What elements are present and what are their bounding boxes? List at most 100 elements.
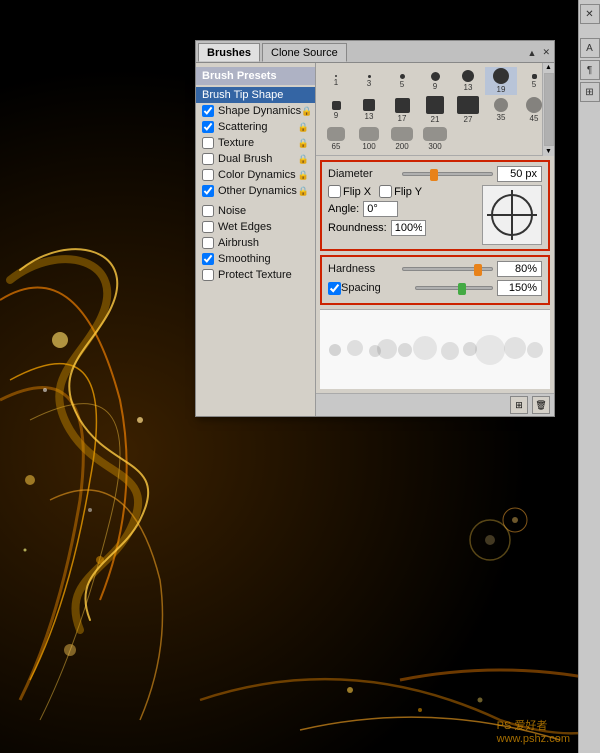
toolbar-text-btn[interactable]: A [580, 38, 600, 58]
roundness-input[interactable] [391, 220, 426, 236]
roundness-label: Roundness: [328, 222, 387, 234]
brush-cell-21[interactable]: 21 [419, 96, 451, 124]
other-dynamics-checkbox[interactable] [202, 185, 214, 197]
diameter-row: Diameter 50 px [328, 166, 542, 182]
toolbar-grid-btn[interactable]: ⊞ [580, 82, 600, 102]
watermark-line1: PS 爱好者 [497, 717, 570, 733]
grid-scroll-up[interactable]: ▲ [544, 63, 553, 72]
brush-cell-300[interactable]: 300 [419, 125, 451, 153]
sidebar-item-brush-tip-shape[interactable]: Brush Tip Shape [196, 87, 315, 103]
angle-label: Angle: [328, 203, 359, 215]
brush-cell-65[interactable]: 65 [320, 125, 352, 153]
brush-grid-wrapper: 1 3 5 9 13 [316, 63, 554, 156]
wet-edges-checkbox[interactable] [202, 221, 214, 233]
other-dynamics-label: Other Dynamics [218, 185, 297, 197]
angle-input[interactable] [363, 201, 398, 217]
shape-dynamics-checkbox[interactable] [202, 105, 214, 117]
brush-cell-17[interactable]: 17 [386, 96, 418, 124]
brush-cell-100[interactable]: 100 [353, 125, 385, 153]
tab-brushes[interactable]: Brushes [198, 43, 260, 62]
other-dynamics-lock: 🔒 [298, 186, 309, 197]
texture-lock: 🔒 [298, 138, 309, 149]
spacing-thumb[interactable] [458, 283, 466, 295]
scattering-checkbox[interactable] [202, 121, 214, 133]
grid-scroll-thumb[interactable] [544, 73, 554, 146]
hardness-label: Hardness [328, 263, 398, 275]
panel-close[interactable]: ✕ [540, 47, 552, 58]
crosshair-v [511, 190, 513, 240]
texture-label: Texture [218, 137, 254, 149]
tab-clone-source[interactable]: Clone Source [262, 43, 347, 62]
brush-cell-19-selected[interactable]: 19 [485, 67, 517, 95]
dual-brush-lock: 🔒 [298, 154, 309, 165]
left-sidebar: Brush Presets Brush Tip Shape Shape Dyna… [196, 63, 316, 416]
brush-cell-13[interactable]: 13 [452, 67, 484, 95]
hardness-spacing-section: Hardness 80% Spacing 150% [320, 255, 550, 305]
hardness-thumb[interactable] [474, 264, 482, 276]
diameter-label: Diameter [328, 168, 398, 180]
diameter-value: 50 px [497, 166, 542, 182]
sidebar-item-scattering[interactable]: Scattering 🔒 [196, 119, 315, 135]
flip-y-checkbox[interactable] [379, 185, 392, 198]
sidebar-item-other-dynamics[interactable]: Other Dynamics 🔒 [196, 183, 315, 199]
diameter-slider[interactable] [402, 172, 493, 176]
sidebar-item-texture[interactable]: Texture 🔒 [196, 135, 315, 151]
smoothing-checkbox[interactable] [202, 253, 214, 265]
delete-brush-button[interactable]: 🗑 [532, 396, 550, 414]
brush-preview-svg [325, 320, 545, 380]
airbrush-label: Airbrush [218, 237, 259, 249]
sidebar-item-smoothing[interactable]: Smoothing [196, 251, 315, 267]
brush-cell-35[interactable]: 35 [485, 96, 517, 124]
roundness-row: Roundness: [328, 220, 472, 236]
brush-cell-13b[interactable]: 13 [353, 96, 385, 124]
wet-edges-label: Wet Edges [218, 221, 272, 233]
toolbar-paragraph-btn[interactable]: ¶ [580, 60, 600, 80]
create-new-brush-button[interactable]: ⊞ [510, 396, 528, 414]
noise-label: Noise [218, 205, 246, 217]
airbrush-checkbox[interactable] [202, 237, 214, 249]
flip-x-label[interactable]: Flip X [328, 185, 371, 198]
shape-dynamics-lock: 🔒 [301, 106, 312, 117]
sidebar-item-color-dynamics[interactable]: Color Dynamics 🔒 [196, 167, 315, 183]
color-dynamics-checkbox[interactable] [202, 169, 214, 181]
spacing-label: Spacing [341, 282, 411, 294]
sidebar-item-protect-texture[interactable]: Protect Texture [196, 267, 315, 283]
protect-texture-label: Protect Texture [218, 269, 292, 281]
panel-content: Brush Presets Brush Tip Shape Shape Dyna… [196, 63, 554, 416]
texture-checkbox[interactable] [202, 137, 214, 149]
sidebar-item-noise[interactable]: Noise [196, 203, 315, 219]
right-toolbar: ✕ A ¶ ⊞ [578, 0, 600, 753]
diameter-thumb[interactable] [430, 169, 438, 181]
brush-cell-27[interactable]: 27 [452, 96, 484, 124]
hardness-row: Hardness 80% [328, 261, 542, 277]
brush-cell-1[interactable]: 1 [320, 67, 352, 95]
brush-cell-3[interactable]: 3 [353, 67, 385, 95]
spacing-value: 150% [497, 280, 542, 296]
right-content: 1 3 5 9 13 [316, 63, 554, 416]
brush-cell-5[interactable]: 5 [386, 67, 418, 95]
grid-scrollbar[interactable]: ▲ ▼ [542, 63, 554, 156]
noise-checkbox[interactable] [202, 205, 214, 217]
protect-texture-checkbox[interactable] [202, 269, 214, 281]
color-dynamics-lock: 🔒 [298, 170, 309, 181]
flip-y-label[interactable]: Flip Y [379, 185, 422, 198]
sidebar-item-wet-edges[interactable]: Wet Edges [196, 219, 315, 235]
brush-cell-200[interactable]: 200 [386, 125, 418, 153]
flip-x-checkbox[interactable] [328, 185, 341, 198]
toolbar-close-btn[interactable]: ✕ [580, 4, 600, 24]
spacing-checkbox[interactable] [328, 282, 341, 295]
brush-tip-shape-label: Brush Tip Shape [202, 89, 283, 101]
crosshair [487, 190, 537, 240]
brush-cell-9b[interactable]: 9 [320, 96, 352, 124]
sidebar-item-dual-brush[interactable]: Dual Brush 🔒 [196, 151, 315, 167]
brush-cell-9[interactable]: 9 [419, 67, 451, 95]
preset-header[interactable]: Brush Presets [196, 67, 315, 85]
hardness-slider[interactable] [402, 267, 493, 271]
dual-brush-checkbox[interactable] [202, 153, 214, 165]
spacing-slider[interactable] [415, 286, 493, 290]
sidebar-item-shape-dynamics[interactable]: Shape Dynamics 🔒 [196, 103, 315, 119]
panel-scroll-up[interactable]: ▲ [526, 48, 539, 58]
shape-dynamics-label: Shape Dynamics [218, 105, 301, 117]
sidebar-item-airbrush[interactable]: Airbrush [196, 235, 315, 251]
grid-scroll-down[interactable]: ▼ [544, 147, 553, 156]
